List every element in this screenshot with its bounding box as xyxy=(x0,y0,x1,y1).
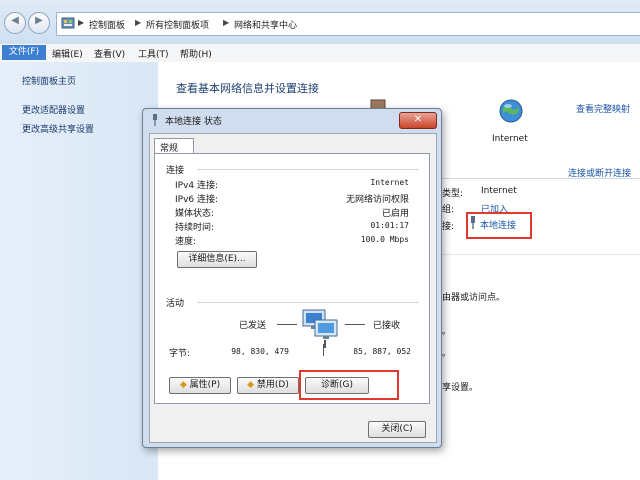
details-button[interactable]: 详细信息(E)... xyxy=(177,251,257,268)
divider xyxy=(197,302,419,303)
received-label: 已接收 xyxy=(373,321,401,331)
properties-label: 属性(P) xyxy=(189,380,221,390)
bytes-sent-value: 98, 830, 479 xyxy=(231,347,289,356)
ethernet-plug-icon xyxy=(153,114,157,126)
address-field[interactable]: ▶ 控制面板 ▶ 所有控制面板项 ▶ 网络和共享中心 xyxy=(56,12,640,36)
forward-button[interactable]: ▶ xyxy=(28,12,50,34)
menu-tools[interactable]: 工具(T) xyxy=(138,47,169,60)
breadcrumb-network-center[interactable]: 网络和共享中心 xyxy=(234,18,297,31)
divider xyxy=(442,254,640,255)
properties-button[interactable]: ◆ 属性(P) xyxy=(169,377,231,394)
divider xyxy=(442,178,640,179)
breadcrumb-control-panel[interactable]: 控制面板 xyxy=(89,18,125,31)
media-state-value: 已启用 xyxy=(381,209,409,219)
local-connection-status-dialog: 本地连接 状态 ✕ 常规 连接 IPv4 连接: Internet IPv6 连… xyxy=(142,108,442,448)
homegroup-label: 组: xyxy=(442,205,455,215)
sent-line xyxy=(277,324,297,325)
address-bar: ◀ ▶ ▶ 控制面板 ▶ 所有控制面板项 ▶ 网络和共享中心 xyxy=(0,0,640,44)
sent-label: 已发送 xyxy=(239,321,267,331)
arrow-right-icon: ▶ xyxy=(35,15,43,26)
menu-edit[interactable]: 编辑(E) xyxy=(52,47,83,60)
divider xyxy=(323,344,324,356)
network-computers-icon xyxy=(302,309,338,348)
connections-label: 接: xyxy=(442,222,455,232)
breadcrumb-separator-icon: ▶ xyxy=(223,18,230,27)
ipv4-label: IPv4 连接: xyxy=(175,181,219,191)
bytes-label: 字节: xyxy=(169,349,191,359)
divider xyxy=(197,169,419,170)
connection-group-label: 连接 xyxy=(166,166,185,176)
sidebar-item-adapter-settings[interactable]: 更改适配器设置 xyxy=(22,103,85,116)
text-partial: 。 xyxy=(442,349,452,359)
speed-value: 100.0 Mbps xyxy=(360,235,409,244)
disable-button[interactable]: ◆ 禁用(D) xyxy=(237,377,299,394)
breadcrumb-separator-icon: ▶ xyxy=(135,18,142,27)
highlight-box-diagnose xyxy=(299,370,399,400)
menu-bar: 文件(F) 编辑(E) 查看(V) 工具(T) 帮助(H) xyxy=(0,44,640,63)
dialog-close-button[interactable]: ✕ xyxy=(399,112,437,129)
view-full-map-link[interactable]: 查看完整映射 xyxy=(576,102,630,115)
breadcrumb-all-items[interactable]: 所有控制面板项 xyxy=(146,18,209,31)
sidebar: 控制面板主页 更改适配器设置 更改高级共享设置 xyxy=(0,62,158,480)
dialog-title: 本地连接 状态 xyxy=(165,117,222,127)
shield-icon: ◆ xyxy=(179,380,187,390)
router-text-partial: 由器或访问点。 xyxy=(442,293,506,303)
bytes-received-value: 85, 887, 052 xyxy=(353,347,411,356)
globe-icon xyxy=(499,99,523,123)
ipv6-label: IPv6 连接: xyxy=(175,195,219,205)
media-state-label: 媒体状态: xyxy=(175,209,215,219)
close-icon: ✕ xyxy=(413,114,423,125)
internet-label: Internet xyxy=(492,134,528,144)
ipv6-value: 无网络访问权限 xyxy=(345,195,409,205)
back-button[interactable]: ◀ xyxy=(4,12,26,34)
ethernet-plug-icon xyxy=(471,216,475,229)
menu-file[interactable]: 文件(F) xyxy=(2,45,46,60)
received-line xyxy=(345,324,365,325)
local-connection-link[interactable]: 本地连接 xyxy=(480,218,516,231)
duration-value: 01:01:17 xyxy=(370,221,409,230)
ipv4-value: Internet xyxy=(370,178,409,187)
shield-icon: ◆ xyxy=(247,380,255,390)
speed-label: 速度: xyxy=(175,237,197,247)
breadcrumb-separator-icon: ▶ xyxy=(78,18,85,27)
disable-label: 禁用(D) xyxy=(256,380,289,390)
general-panel: 连接 IPv4 连接: Internet IPv6 连接: 无网络访问权限 媒体… xyxy=(154,153,430,404)
access-type-value: Internet xyxy=(481,186,517,196)
sidebar-item-control-panel-home[interactable]: 控制面板主页 xyxy=(22,74,76,87)
sidebar-item-advanced-sharing[interactable]: 更改高级共享设置 xyxy=(22,122,94,135)
dialog-body: 常规 连接 IPv4 连接: Internet IPv6 连接: 无网络访问权限… xyxy=(149,133,437,443)
control-panel-icon xyxy=(61,17,75,29)
text-partial: 。 xyxy=(442,327,452,337)
menu-help[interactable]: 帮助(H) xyxy=(180,47,212,60)
sharing-text-partial: 享设置。 xyxy=(442,383,479,393)
page-title: 查看基本网络信息并设置连接 xyxy=(176,82,319,95)
close-button[interactable]: 关闭(C) xyxy=(368,421,426,438)
menu-view[interactable]: 查看(V) xyxy=(94,47,125,60)
arrow-left-icon: ◀ xyxy=(11,15,19,26)
duration-label: 持续时间: xyxy=(175,223,215,233)
activity-group-label: 活动 xyxy=(166,299,185,309)
access-type-label: 类型: xyxy=(442,189,464,199)
